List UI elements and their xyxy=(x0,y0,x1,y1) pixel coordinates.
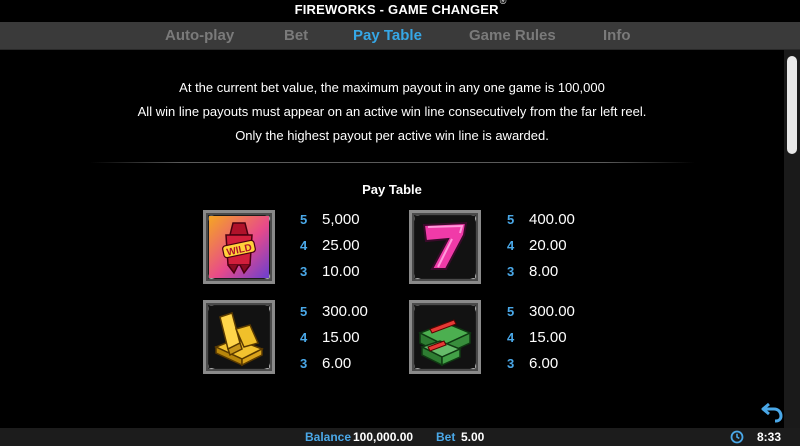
payout-row: 3 6.00 xyxy=(300,354,351,374)
balance-value: 100,000.00 xyxy=(353,430,414,444)
payout-row: 5 300.00 xyxy=(507,302,575,322)
payout-row: 4 15.00 xyxy=(300,328,360,348)
payout-amount: 5,000 xyxy=(322,211,360,228)
clock-icon xyxy=(730,430,744,444)
payout-amount: 15.00 xyxy=(529,329,567,346)
payout-row: 3 8.00 xyxy=(507,262,558,282)
gold-bars-icon xyxy=(209,306,269,368)
payout-amount: 300.00 xyxy=(322,303,368,320)
payout-amount: 8.00 xyxy=(529,263,559,280)
wild-firework-icon: WILD xyxy=(209,216,269,278)
payout-row: 4 25.00 xyxy=(300,236,360,256)
payout-row: 4 15.00 xyxy=(507,328,567,348)
match-count: 4 xyxy=(300,330,308,345)
match-count: 4 xyxy=(507,238,515,253)
payout-row: 5 300.00 xyxy=(300,302,368,322)
bet-label: Bet xyxy=(436,430,456,444)
match-count: 5 xyxy=(300,212,308,227)
match-count: 5 xyxy=(300,304,308,319)
payout-row: 5 5,000 xyxy=(300,210,360,230)
scrollbar-thumb[interactable] xyxy=(787,56,797,154)
match-count: 3 xyxy=(507,264,515,279)
match-count: 5 xyxy=(507,212,515,227)
match-count: 3 xyxy=(507,356,515,371)
pay-table-heading: Pay Table xyxy=(362,182,422,197)
tab-auto-play[interactable]: Auto-play xyxy=(165,22,234,49)
tab-pay-table[interactable]: Pay Table xyxy=(353,22,422,49)
back-arrow-icon xyxy=(761,402,783,423)
back-button[interactable] xyxy=(760,400,784,424)
balance-label: Balance xyxy=(305,430,352,444)
match-count: 5 xyxy=(507,304,515,319)
tab-game-rules[interactable]: Game Rules xyxy=(469,22,556,49)
payout-row: 5 400.00 xyxy=(507,210,575,230)
symbol-seven xyxy=(409,210,481,284)
max-payout-text: At the current bet value, the maximum pa… xyxy=(179,80,605,95)
payout-amount: 15.00 xyxy=(322,329,360,346)
scrollbar[interactable] xyxy=(784,50,800,428)
match-count: 3 xyxy=(300,264,308,279)
payout-amount: 25.00 xyxy=(322,237,360,254)
payout-row: 3 10.00 xyxy=(300,262,360,282)
status-bar: Balance 100,000.00 Bet 5.00 8:33 xyxy=(0,428,800,446)
tab-bet[interactable]: Bet xyxy=(284,22,308,49)
highest-payout-text: Only the highest payout per active win l… xyxy=(235,128,549,143)
payout-amount: 10.00 xyxy=(322,263,360,280)
payout-amount: 400.00 xyxy=(529,211,575,228)
payout-amount: 6.00 xyxy=(322,355,352,372)
match-count: 4 xyxy=(300,238,308,253)
tab-info[interactable]: Info xyxy=(603,22,631,49)
cash-stacks-icon xyxy=(415,306,475,368)
title-bar: FIREWORKS - GAME CHANGER® xyxy=(0,0,800,22)
menu-tabs: Auto-play Bet Pay Table Game Rules Info xyxy=(0,22,800,50)
match-count: 3 xyxy=(300,356,308,371)
payout-amount: 300.00 xyxy=(529,303,575,320)
symbol-cash xyxy=(409,300,481,374)
symbol-gold-bars xyxy=(203,300,275,374)
pay-table-panel: At the current bet value, the maximum pa… xyxy=(0,50,784,428)
payout-row: 3 6.00 xyxy=(507,354,558,374)
payout-amount: 20.00 xyxy=(529,237,567,254)
lucky-seven-icon xyxy=(415,216,475,278)
symbol-wild: WILD xyxy=(203,210,275,284)
win-line-rule-text: All win line payouts must appear on an a… xyxy=(137,104,647,119)
bet-value: 5.00 xyxy=(461,430,485,444)
registered-mark: ® xyxy=(499,0,507,6)
payout-row: 4 20.00 xyxy=(507,236,567,256)
game-title: FIREWORKS - GAME CHANGER xyxy=(294,2,499,17)
payout-amount: 6.00 xyxy=(529,355,559,372)
clock-time: 8:33 xyxy=(757,430,782,444)
match-count: 4 xyxy=(507,330,515,345)
divider xyxy=(90,162,695,163)
